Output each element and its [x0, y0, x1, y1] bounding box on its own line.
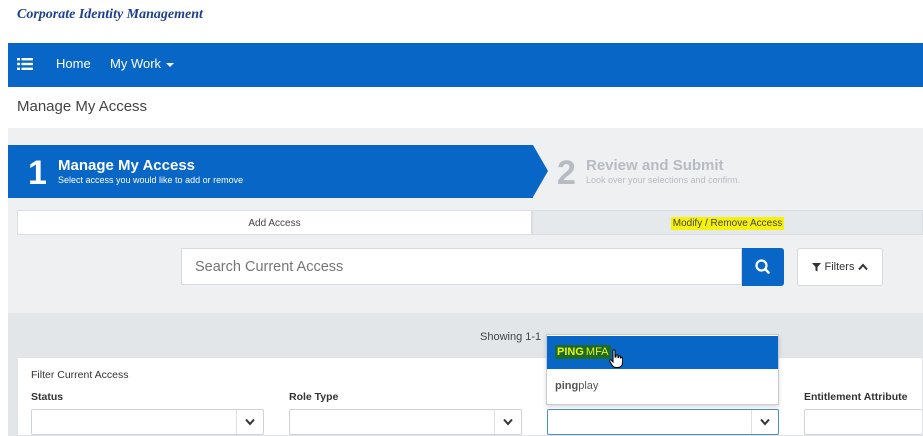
filters-toggle-button[interactable]: Filters [797, 248, 883, 286]
status-filter-select[interactable] [31, 409, 264, 435]
option-match-text: PING [555, 345, 586, 359]
search-current-access-input[interactable] [181, 248, 742, 285]
step-1-subtitle: Select access you would like to add or r… [58, 175, 244, 185]
dropdown-option-pingmfa[interactable]: PING MFA [547, 336, 778, 369]
application-filter-select[interactable] [547, 409, 779, 435]
chevron-up-icon [857, 263, 868, 271]
search-button[interactable] [742, 248, 784, 286]
chevron-down-icon [503, 418, 513, 426]
page-title: Manage My Access [17, 98, 148, 115]
option-rest-text: play [578, 380, 599, 392]
role-type-filter-label: Role Type [289, 391, 339, 403]
nav-home-link[interactable]: Home [56, 56, 91, 71]
step-1-title: Manage My Access [58, 157, 196, 174]
tab-add-access[interactable]: Add Access [17, 210, 532, 235]
chevron-down-icon [245, 418, 255, 426]
filter-panel-title: Filter Current Access [31, 369, 129, 381]
tab-modify-remove-access[interactable]: Modify / Remove Access [532, 210, 923, 235]
step-2-title: Review and Submit [586, 157, 724, 174]
application-dropdown-list: PING MFA pingplay [546, 334, 779, 405]
brand-title: Corporate Identity Management [17, 7, 203, 22]
search-icon [755, 259, 770, 274]
step-1-number: 1 [28, 154, 47, 192]
entitlement-attribute-filter-select[interactable] [804, 409, 922, 435]
step-2-number: 2 [557, 154, 576, 192]
nav-my-work-label: My Work [110, 56, 162, 71]
access-tabs: Add Access Modify / Remove Access [17, 210, 923, 235]
chevron-down-icon [760, 418, 770, 426]
tab-modify-remove-label: Modify / Remove Access [670, 217, 785, 230]
filter-icon [812, 262, 822, 272]
top-navigation-bar: Home My Work [8, 43, 923, 87]
nav-my-work-menu[interactable]: My Work [110, 56, 175, 71]
step-2-subtitle: Look over your selections and confirm. [586, 175, 741, 185]
hand-pointer-icon [609, 349, 623, 368]
step-1-arrow [533, 145, 548, 197]
dropdown-option-pingplay[interactable]: pingplay [547, 370, 778, 403]
list-menu-icon[interactable] [17, 57, 33, 71]
option-rest-text: MFA [585, 345, 611, 359]
filters-label: Filters [824, 261, 855, 273]
caret-down-icon [166, 62, 175, 67]
role-type-filter-select[interactable] [289, 409, 522, 435]
results-count: Showing 1-1 [480, 331, 542, 343]
option-match-text: ping [555, 380, 579, 392]
step-1-banner: 1 Manage My Access Select access you wou… [8, 145, 533, 198]
step-2-banner: 2 Review and Submit Look over your selec… [548, 145, 923, 198]
filter-current-access-panel: Filter Current Access Status Role Type E… [17, 357, 923, 436]
status-filter-label: Status [31, 391, 64, 403]
entitlement-attribute-filter-label: Entitlement Attribute [804, 391, 908, 403]
